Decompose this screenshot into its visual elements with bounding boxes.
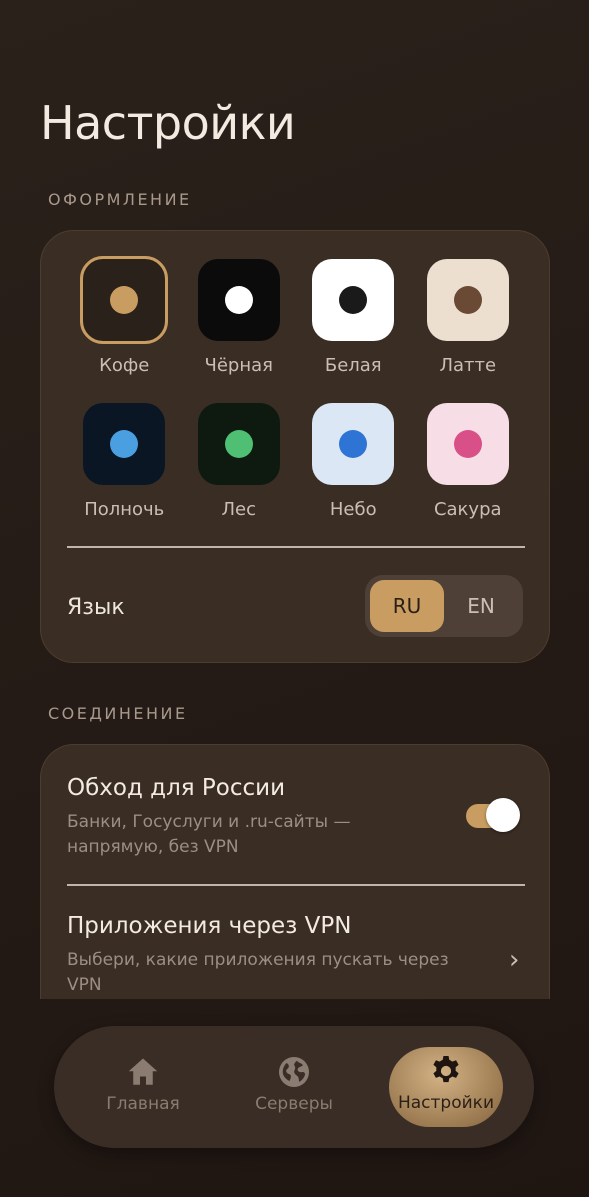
section-label-connection: СОЕДИНЕНИЕ — [48, 704, 188, 723]
bottom-nav: Главная Серверы Настройки — [54, 1026, 534, 1148]
theme-swatch[interactable] — [197, 259, 280, 341]
section-label-appearance: ОФОРМЛЕНИЕ — [48, 190, 192, 209]
theme-dot — [453, 430, 482, 458]
gear-icon — [433, 1056, 459, 1083]
theme-black[interactable]: Чёрная — [182, 259, 297, 403]
theme-forest[interactable]: Лес — [182, 403, 297, 547]
theme-label: Кофе — [99, 355, 150, 376]
language-label: Язык — [67, 595, 125, 620]
theme-dot — [339, 430, 368, 458]
vpn-apps-subtitle: Выбери, какие приложения пускать через V… — [67, 950, 449, 995]
theme-label: Латте — [439, 355, 497, 376]
home-icon — [128, 1058, 158, 1085]
language-toggle: RU EN — [365, 575, 523, 637]
appearance-card: Кофе Чёрная Белая Латте Полночь Лес Небо — [40, 230, 550, 663]
chevron-right-icon: › — [509, 945, 520, 975]
theme-label: Лес — [221, 499, 256, 520]
theme-label: Небо — [329, 499, 377, 520]
theme-swatch[interactable] — [426, 403, 509, 485]
globe-icon — [279, 1057, 309, 1087]
theme-label: Белая — [324, 355, 382, 376]
connection-card: Обход для России Банки, Госуслуги и .ru-… — [40, 744, 550, 999]
divider — [67, 884, 525, 886]
theme-swatch[interactable] — [312, 259, 395, 341]
theme-sakura[interactable]: Сакура — [411, 403, 526, 547]
theme-swatch[interactable] — [80, 256, 169, 344]
nav-settings[interactable]: Настройки — [389, 1047, 503, 1127]
theme-midnight[interactable]: Полночь — [67, 403, 182, 547]
bypass-russia-title: Обход для России — [67, 775, 286, 801]
theme-label: Сакура — [433, 499, 502, 520]
theme-dot — [224, 430, 253, 458]
theme-dot — [110, 286, 139, 314]
nav-label: Настройки — [397, 1093, 494, 1113]
themes-grid: Кофе Чёрная Белая Латте Полночь Лес Небо — [67, 256, 526, 547]
theme-sky[interactable]: Небо — [296, 403, 411, 547]
nav-servers[interactable]: Серверы — [235, 1048, 353, 1128]
switch-knob — [486, 798, 520, 832]
bypass-russia-switch[interactable] — [466, 798, 520, 832]
vpn-apps-title: Приложения через VPN — [67, 913, 352, 939]
language-option-ru[interactable]: RU — [370, 580, 444, 632]
language-option-en[interactable]: EN — [444, 580, 518, 632]
theme-label: Чёрная — [204, 355, 273, 376]
nav-label: Главная — [106, 1094, 180, 1114]
nav-home[interactable]: Главная — [84, 1048, 202, 1128]
theme-label: Полночь — [84, 499, 165, 520]
theme-swatch[interactable] — [312, 403, 395, 485]
theme-swatch[interactable] — [197, 403, 280, 485]
theme-swatch[interactable] — [83, 403, 166, 485]
bypass-russia-subtitle: Банки, Госуслуги и .ru-сайты — напрямую,… — [67, 812, 351, 857]
theme-swatch[interactable] — [426, 259, 509, 341]
theme-white[interactable]: Белая — [296, 259, 411, 403]
theme-dot — [339, 286, 368, 314]
divider — [67, 546, 525, 548]
page-title: Настройки — [40, 96, 296, 150]
theme-latte[interactable]: Латте — [411, 259, 526, 403]
nav-label: Серверы — [255, 1094, 333, 1114]
theme-coffee[interactable]: Кофе — [67, 256, 182, 403]
theme-dot — [453, 286, 482, 314]
theme-dot — [224, 286, 253, 314]
theme-dot — [110, 430, 139, 458]
